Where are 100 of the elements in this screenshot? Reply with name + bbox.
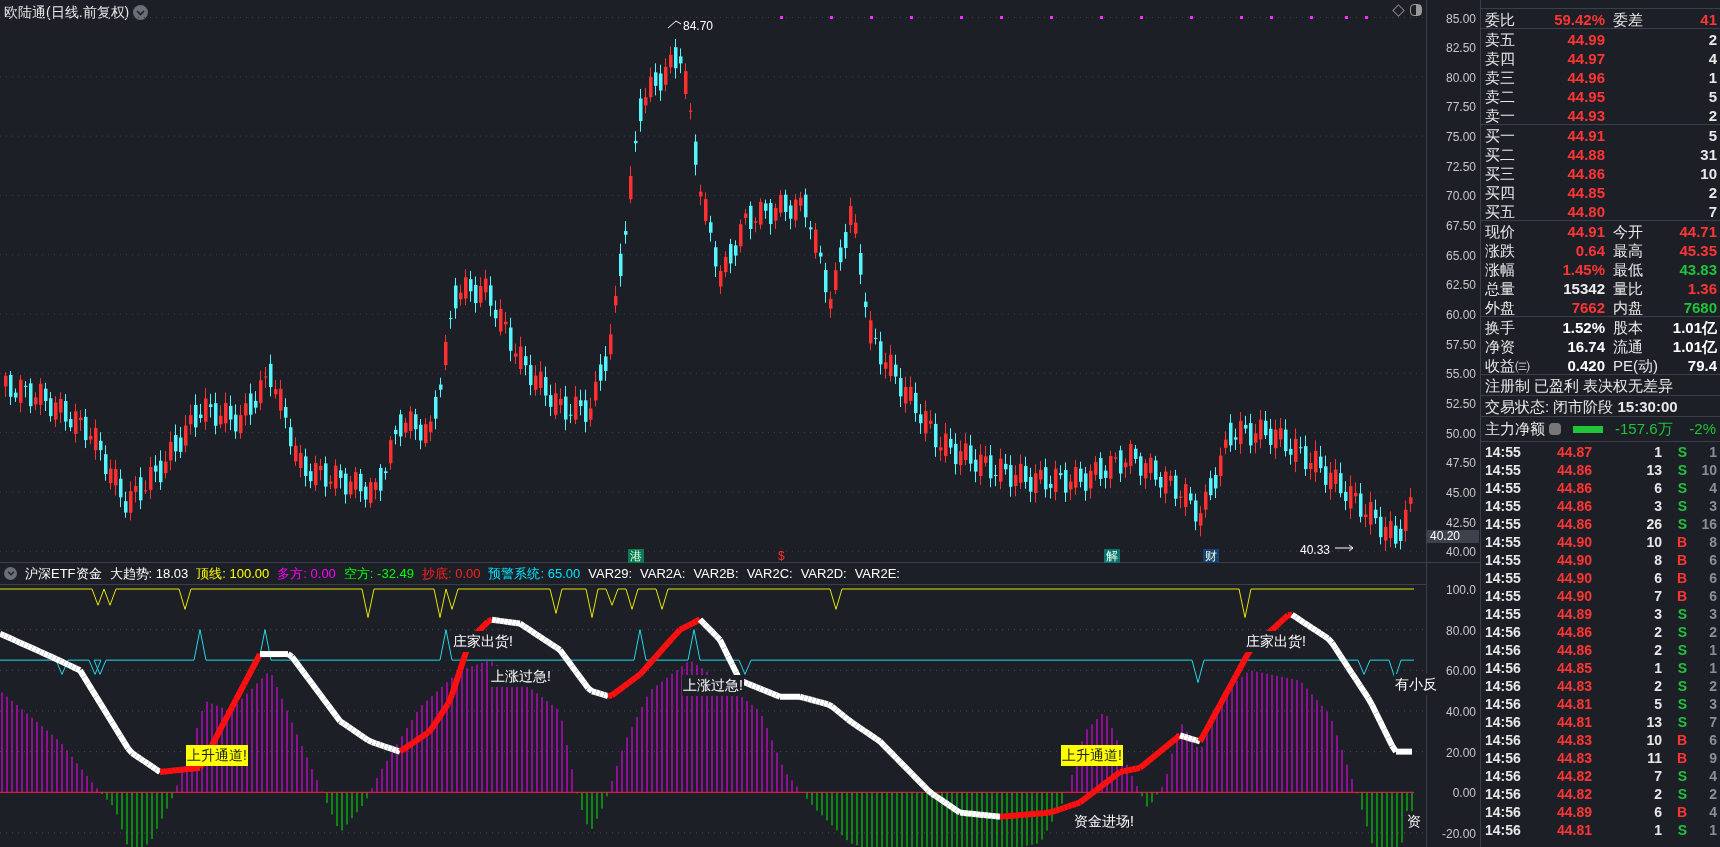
field-label: 委比 xyxy=(1485,10,1516,30)
trade-price: 44.82 xyxy=(1556,785,1594,804)
order-volume: 5 xyxy=(1707,87,1717,107)
field-value: 15342 xyxy=(1562,279,1605,299)
trade-time: 14:56 xyxy=(1485,767,1522,786)
trade-count: 1 xyxy=(1708,443,1717,462)
trade-volume: 6 xyxy=(1653,569,1662,588)
field-label: 股本 xyxy=(1612,318,1644,338)
high-price-label: 84.70 xyxy=(683,18,714,35)
trade-count: 4 xyxy=(1708,479,1717,498)
field-value: 44.71 xyxy=(1678,222,1717,242)
field-value: 43.83 xyxy=(1678,260,1717,280)
order-volume: 1 xyxy=(1707,68,1717,88)
axis-label: 55.00 xyxy=(1445,366,1476,384)
trade-count: 10 xyxy=(1700,461,1717,480)
axis-label: 60.00 xyxy=(1445,307,1476,324)
legend-item: 多方: 0.00 xyxy=(277,564,336,583)
event-marker[interactable]: $ xyxy=(776,549,787,563)
field-label: 主力净额 xyxy=(1485,418,1545,439)
field-value: 7680 xyxy=(1682,298,1717,318)
order-volume: 7 xyxy=(1707,202,1717,222)
signal-label: 庄家出货! xyxy=(452,631,514,652)
trade-price: 44.86 xyxy=(1556,515,1594,534)
trade-time: 14:56 xyxy=(1485,623,1522,642)
trade-price: 44.81 xyxy=(1556,821,1594,840)
axis-label: 47.50 xyxy=(1445,455,1476,473)
event-marker[interactable]: 港 xyxy=(628,549,644,563)
order-volume: 2 xyxy=(1707,183,1717,203)
event-marker[interactable]: 解 xyxy=(1104,549,1120,563)
axis-label: 42.50 xyxy=(1445,514,1476,531)
axis-label: 77.50 xyxy=(1445,99,1476,117)
legend-item: VAR29: xyxy=(588,564,633,583)
axis-label: 45.00 xyxy=(1445,484,1476,502)
trade-price: 44.86 xyxy=(1556,479,1594,498)
trade-count: 6 xyxy=(1708,551,1717,570)
trade-side: S xyxy=(1676,605,1687,624)
trade-price: 44.90 xyxy=(1556,569,1594,588)
trade-volume: 2 xyxy=(1653,641,1662,660)
field-label: 内盘 xyxy=(1612,298,1644,318)
trade-volume: 2 xyxy=(1653,623,1662,642)
order-price: 44.95 xyxy=(1566,87,1605,107)
axis-label: 20.00 xyxy=(1445,744,1476,762)
trade-volume: 1 xyxy=(1653,443,1662,462)
trade-volume: 13 xyxy=(1645,461,1662,480)
trade-price: 44.90 xyxy=(1556,533,1594,552)
trade-time: 14:56 xyxy=(1485,731,1522,750)
trade-side: B xyxy=(1675,749,1687,768)
trade-volume: 7 xyxy=(1653,767,1662,786)
trade-side: B xyxy=(1675,551,1687,570)
order-price: 44.86 xyxy=(1566,164,1605,184)
trade-volume: 10 xyxy=(1645,533,1662,552)
legend-item: 大趋势: 18.03 xyxy=(109,564,189,583)
trade-time: 14:55 xyxy=(1485,515,1522,534)
signal-label: 庄家出货! xyxy=(1245,631,1307,652)
trade-price: 44.82 xyxy=(1556,767,1594,786)
current-price-label: 40.20 xyxy=(1427,530,1479,543)
trade-time: 14:56 xyxy=(1485,677,1522,696)
field-label: 现价 xyxy=(1485,222,1516,242)
trade-time: 14:56 xyxy=(1485,785,1522,804)
signal-label: 上升通道! xyxy=(1061,745,1123,766)
axis-label: -20.00 xyxy=(1441,825,1476,843)
trade-status-text: 交易状态: 闭市阶段 15:30:00 xyxy=(1484,397,1679,416)
list-icon[interactable] xyxy=(1549,423,1561,435)
field-value: 59.42% xyxy=(1553,10,1605,30)
axis-label: 0.00 xyxy=(1452,785,1476,803)
trade-price: 44.83 xyxy=(1556,731,1594,750)
trade-count: 1 xyxy=(1708,821,1717,840)
field-label: 最高 xyxy=(1612,241,1644,261)
axis-label: 50.00 xyxy=(1445,425,1476,443)
panel-toggle-icon[interactable] xyxy=(1410,4,1422,16)
dropdown-button[interactable] xyxy=(4,567,17,580)
order-volume: 31 xyxy=(1699,145,1717,165)
field-label: 外盘 xyxy=(1485,298,1516,318)
trade-side: S xyxy=(1676,695,1687,714)
trade-count: 3 xyxy=(1708,605,1717,624)
trade-side: S xyxy=(1676,623,1687,642)
trade-side: S xyxy=(1676,515,1687,534)
axis-label: 75.00 xyxy=(1445,129,1476,147)
dropdown-button[interactable] xyxy=(133,5,149,20)
trade-volume: 11 xyxy=(1646,749,1662,768)
trade-count: 4 xyxy=(1708,767,1717,786)
field-label: 涨跌 xyxy=(1485,241,1516,261)
axis-label: 85.00 xyxy=(1445,10,1476,28)
event-marker[interactable]: 财 xyxy=(1203,549,1219,563)
axis-label: 40.00 xyxy=(1445,703,1476,721)
trade-count: 1 xyxy=(1708,641,1717,660)
field-value: 41 xyxy=(1699,10,1717,30)
trade-time: 14:56 xyxy=(1485,749,1522,768)
axis-label: 80.00 xyxy=(1445,69,1476,87)
legend-item: VAR2A: xyxy=(640,564,686,583)
caret-icon xyxy=(136,9,146,16)
trade-side: S xyxy=(1676,443,1687,462)
trade-price: 44.86 xyxy=(1556,461,1594,480)
trade-price: 44.90 xyxy=(1556,551,1594,570)
trade-time: 14:56 xyxy=(1485,659,1522,678)
axis-label: 80.00 xyxy=(1445,622,1476,640)
trade-side: S xyxy=(1676,641,1687,660)
trade-count: 16 xyxy=(1700,515,1717,534)
trade-time: 14:55 xyxy=(1485,587,1522,606)
order-level-label: 买三 xyxy=(1485,164,1516,184)
